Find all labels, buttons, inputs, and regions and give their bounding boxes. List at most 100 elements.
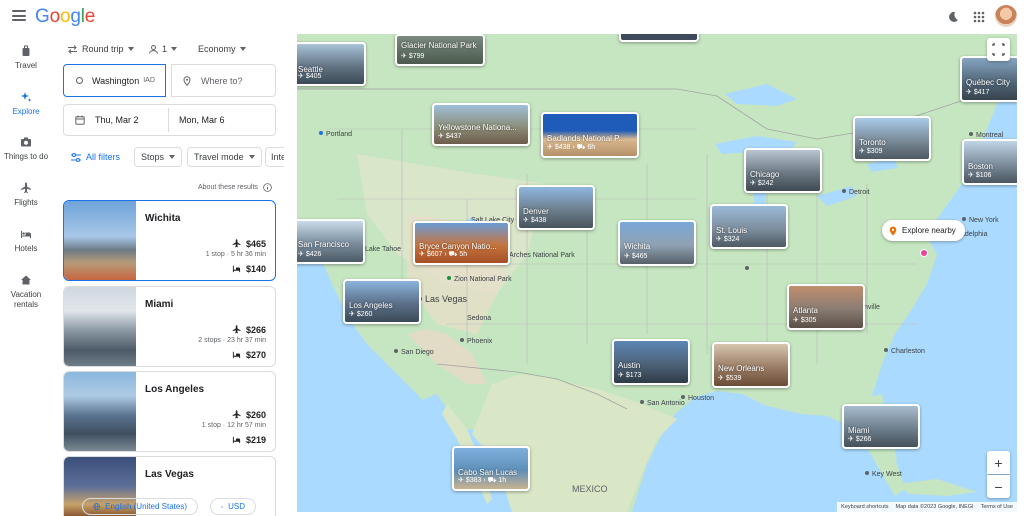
destination-placeholder: Where to? [201, 75, 243, 86]
destination-photo [64, 201, 136, 280]
result-card-miami[interactable]: Miami $266 2 stops · 23 hr 37 min $270 [63, 286, 276, 367]
destination-name: San Francisco [298, 240, 350, 249]
round-trip-arrows-icon [68, 44, 77, 54]
filter-sliders-icon [71, 152, 81, 162]
destination-card-yellowstone[interactable]: Yellowstone Nationa... ✈ $437 [432, 103, 530, 146]
destination-card-atlanta[interactable]: Atlanta ✈ $305 [787, 284, 865, 330]
interests-filter-chip[interactable]: Inte [265, 147, 284, 167]
destination-price: ✈ $539 [718, 375, 742, 382]
rail-item-hotels[interactable]: Hotels [0, 228, 52, 253]
explore-map[interactable]: Portland Salt Lake City Lake Tahoe Zion … [297, 34, 1017, 512]
destination-name: Québec City [966, 78, 1011, 87]
origin-location-marker[interactable] [920, 249, 928, 257]
calendar-icon [75, 115, 85, 125]
depart-date[interactable]: Thu, Mar 2 [95, 115, 139, 125]
airplane-icon [232, 325, 241, 334]
rail-item-vacation-rentals[interactable]: Vacation rentals [0, 274, 52, 310]
rail-item-travel[interactable]: Travel [0, 45, 52, 70]
fullscreen-toggle[interactable] [987, 38, 1010, 61]
rail-item-explore[interactable]: Explore [0, 91, 52, 116]
map-label-new-york: New York [962, 217, 999, 224]
origin-airport-code: IAD [143, 77, 155, 84]
search-panel: Round trip 1 Economy Washington IAD Wher… [56, 34, 284, 516]
destination-price: ✈ $426 [298, 251, 322, 258]
map-attribution: Keyboard shortcuts Map data ©2023 Google… [837, 502, 1017, 512]
destination-photo [64, 372, 136, 451]
travel-mode-filter-chip[interactable]: Travel mode [187, 147, 262, 167]
info-icon [263, 183, 272, 192]
rail-label-explore: Explore [12, 107, 40, 116]
hotel-price: $270 [232, 350, 266, 360]
currency-button[interactable]: USD [210, 498, 256, 515]
destination-card-quebec-city[interactable]: Québec City ✈ $417 [960, 56, 1017, 102]
chevron-down-icon [248, 155, 255, 159]
destination-card-denver[interactable]: Denver ✈ $438 [517, 185, 595, 230]
bed-icon [232, 351, 241, 359]
cabin-class-select[interactable]: Economy [198, 44, 246, 54]
destination-card-bryce-canyon[interactable]: Bryce Canyon Natio... ✈ $607 › ⛟ 5h [413, 221, 510, 265]
destination-card-badlands[interactable]: Badlands National P... ✈ $438 › ⛟ 6h [541, 112, 639, 158]
hotel-price-value: $140 [245, 264, 266, 274]
destination-card-partial[interactable] [619, 34, 699, 42]
apps-grid-icon[interactable] [972, 10, 986, 24]
google-logo[interactable]: Google [35, 6, 95, 28]
camera-icon [21, 137, 31, 147]
destination-price: ✈ $173 [618, 372, 642, 379]
destination-card-austin[interactable]: Austin ✈ $173 [612, 339, 690, 385]
rail-item-flights[interactable]: Flights [0, 182, 52, 207]
explore-nearby-button[interactable]: Explore nearby [882, 220, 965, 241]
result-card-los-angeles[interactable]: Los Angeles $260 1 stop · 12 hr 57 min $… [63, 371, 276, 452]
destination-name: St. Louis [716, 226, 748, 235]
passengers-select[interactable]: 1 [149, 44, 178, 54]
destination-card-san-francisco[interactable]: San Francisco ✈ $426 [297, 219, 365, 264]
dark-mode-icon[interactable] [946, 10, 960, 24]
map-label-key-west: Key West [865, 471, 902, 478]
result-city: Wichita [145, 213, 181, 224]
zoom-in-button[interactable]: + [987, 451, 1010, 474]
destination-card-toronto[interactable]: Toronto ✈ $309 [853, 116, 931, 161]
destination-price: ✈ $260 [349, 311, 373, 318]
map-label-portland: Portland [319, 131, 352, 138]
destination-card-new-orleans[interactable]: New Orleans ✈ $539 [712, 342, 790, 388]
result-city: Las Vegas [145, 469, 194, 480]
currency-label: USD [228, 502, 245, 511]
destination-card-glacier[interactable]: Glacier National Park ✈ $799 [395, 34, 485, 66]
destination-card-cabo-san-lucas[interactable]: Cabo San Lucas ✈ $383 › ⛟ 1h [452, 446, 530, 491]
destination-card-chicago[interactable]: Chicago ✈ $242 [744, 148, 822, 193]
date-range-field[interactable]: Thu, Mar 2 Mon, Mar 6 [63, 104, 276, 136]
explore-sparkle-icon [21, 92, 32, 102]
language-label: English (United States) [105, 502, 187, 511]
main-menu-icon[interactable] [12, 10, 26, 21]
bed-icon [21, 231, 31, 238]
trip-type-select[interactable]: Round trip [67, 44, 134, 54]
flight-price-value: $260 [245, 410, 266, 420]
destination-card-boston[interactable]: Boston ✈ $106 [962, 139, 1017, 185]
origin-field[interactable]: Washington IAD [63, 64, 166, 97]
chevron-down-icon [239, 47, 246, 51]
account-avatar[interactable] [995, 5, 1017, 27]
result-city: Los Angeles [145, 384, 205, 395]
destination-card-miami[interactable]: Miami ✈ $266 [842, 404, 920, 449]
stops-filter-chip[interactable]: Stops [134, 147, 183, 167]
destination-card-los-angeles[interactable]: Los Angeles ✈ $260 [343, 279, 421, 324]
rail-item-things-to-do[interactable]: Things to do [0, 136, 52, 161]
money-icon [221, 505, 224, 508]
about-results-link[interactable]: About these results [198, 183, 272, 192]
explore-nearby-label: Explore nearby [902, 226, 956, 235]
destination-card-seattle[interactable]: Seattle ✈ $405 [297, 42, 366, 86]
language-button[interactable]: English (United States) [82, 498, 198, 515]
return-date[interactable]: Mon, Mar 6 [179, 115, 225, 125]
terms-of-use-link[interactable]: Terms of Use [981, 504, 1013, 510]
result-card-wichita[interactable]: Wichita $465 1 stop · 5 hr 36 min $140 [63, 200, 276, 281]
destination-field[interactable]: Where to? [171, 64, 276, 97]
destination-card-st-louis[interactable]: St. Louis ✈ $324 [710, 204, 788, 249]
interests-label: Inte [271, 152, 284, 162]
origin-value: Washington [92, 75, 140, 86]
destination-card-wichita[interactable]: Wichita ✈ $465 [618, 220, 696, 266]
flight-price-value: $465 [245, 239, 266, 249]
rail-label-things-to-do: Things to do [3, 152, 49, 161]
all-filters-button[interactable]: All filters [63, 147, 126, 167]
keyboard-shortcuts-link[interactable]: Keyboard shortcuts [841, 504, 888, 510]
zoom-out-button[interactable]: − [987, 475, 1010, 498]
destination-name: New Orleans [718, 364, 765, 373]
